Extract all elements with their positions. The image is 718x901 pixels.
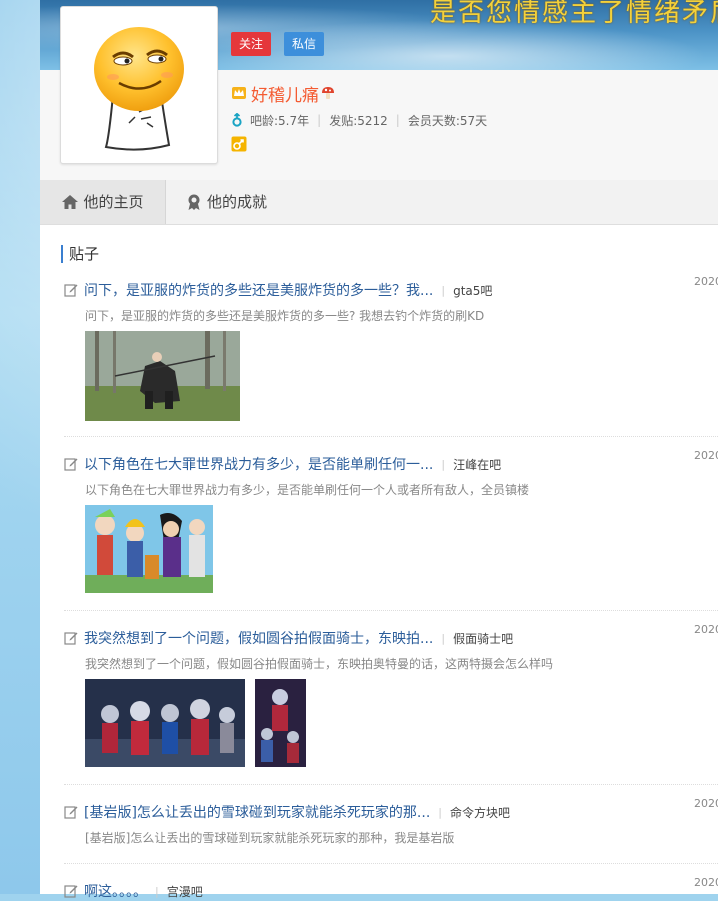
post-divider: | xyxy=(441,283,446,297)
member-days: 会员天数:57天 xyxy=(407,113,488,128)
banner-slogan: 是否您情感主了情绪矛盾 xyxy=(430,0,718,28)
post-thumbnail[interactable] xyxy=(85,505,213,593)
post-title-link[interactable]: 问下，是亚服的炸货的多些还是美服炸货的多一些？我... xyxy=(84,280,433,300)
user-stats: 吧龄:5.7年 | 发贴:5212 | 会员天数:57天 xyxy=(231,112,487,128)
message-button[interactable]: 私信 xyxy=(284,32,325,56)
post-date: 2020 xyxy=(694,797,718,810)
stats-divider: | xyxy=(317,113,322,127)
stats-divider: | xyxy=(395,113,400,127)
post-date: 2020 xyxy=(694,623,718,636)
post-forum-link[interactable]: gta5吧 xyxy=(453,282,492,299)
avatar[interactable] xyxy=(60,6,218,164)
post-item: 问下，是亚服的炸货的多些还是美服炸货的多一些？我... | gta5吧 2020… xyxy=(64,275,718,436)
post-item: 以下角色在七大罪世界战力有多少，是否能单刷任何一... | 汪峰在吧 2020 … xyxy=(64,449,718,610)
member-badge-icon[interactable] xyxy=(231,136,247,152)
post-title-link[interactable]: 我突然想到了一个问题，假如圆谷拍假面骑士，东映拍... xyxy=(84,628,433,648)
post-thumbnail[interactable] xyxy=(85,679,245,767)
tab-home[interactable]: 他的主页 xyxy=(40,180,166,224)
section-title: 贴子 xyxy=(61,245,99,263)
edit-icon xyxy=(64,458,78,471)
post-forum-link[interactable]: 假面骑士吧 xyxy=(453,630,513,647)
avatar-image xyxy=(94,27,184,151)
post-thumbnail[interactable] xyxy=(85,331,240,421)
post-divider: | xyxy=(438,805,442,819)
post-title-row: 以下角色在七大罪世界战力有多少，是否能单刷任何一... | 汪峰在吧 xyxy=(64,455,501,473)
post-summary: 我突然想到了一个问题，假如圆谷拍假面骑士，东映拍奥特曼的话，这两特摄会怎么样吗 xyxy=(85,657,554,671)
post-date: 2020 xyxy=(694,449,718,462)
post-summary: 问下，是亚服的炸货的多些还是美服炸货的多一些? 我想去钓个炸货的刷KD xyxy=(85,309,485,323)
username-row: 好稽儿痛 xyxy=(231,81,335,106)
vip-crown-icon[interactable] xyxy=(231,85,247,101)
edit-icon xyxy=(64,284,78,297)
post-forum-link[interactable]: 命令方块吧 xyxy=(450,804,510,821)
post-thumbnail[interactable] xyxy=(255,679,306,767)
post-divider: | xyxy=(155,884,159,898)
post-summary: 以下角色在七大罪世界战力有多少，是否能单刷任何一个人或者所有敌人，全员镇楼 xyxy=(85,483,530,497)
username[interactable]: 好稽儿痛 xyxy=(251,81,319,106)
post-title-row: 我突然想到了一个问题，假如圆谷拍假面骑士，东映拍... | 假面骑士吧 xyxy=(64,629,513,647)
post-divider: | xyxy=(441,631,446,645)
edit-icon xyxy=(64,806,78,819)
post-divider: | xyxy=(441,457,446,471)
post-date: 2020 xyxy=(694,275,718,288)
home-icon xyxy=(62,195,79,209)
post-date: 2020 xyxy=(694,876,718,889)
bar-age: 吧龄:5.7年 xyxy=(250,113,310,128)
follow-button[interactable]: 关注 xyxy=(231,32,272,56)
post-title-link[interactable]: 以下角色在七大罪世界战力有多少，是否能单刷任何一... xyxy=(84,454,433,474)
mushroom-icon xyxy=(322,87,334,99)
medal-icon xyxy=(188,194,200,210)
profile-tabs: 他的主页 他的成就 xyxy=(40,180,718,225)
post-title-row: 啊这。。。。 | 宫漫吧 xyxy=(64,882,203,900)
edit-icon xyxy=(64,885,78,898)
tab-achievements[interactable]: 他的成就 xyxy=(185,180,285,224)
post-forum-link[interactable]: 宫漫吧 xyxy=(167,883,203,900)
post-title-link[interactable]: [基岩版]怎么让丢出的雪球碰到玩家就能杀死玩家的那... xyxy=(84,802,430,822)
post-summary: [基岩版]怎么让丢出的雪球碰到玩家就能杀死玩家的那种，我是基岩版 xyxy=(85,831,455,845)
post-item: 啊这。。。。 | 宫漫吧 2020 xyxy=(64,876,718,900)
post-forum-link[interactable]: 汪峰在吧 xyxy=(453,456,501,473)
post-title-link[interactable]: 啊这。。。。 xyxy=(84,881,147,901)
post-item: [基岩版]怎么让丢出的雪球碰到玩家就能杀死玩家的那... | 命令方块吧 202… xyxy=(64,797,718,863)
post-count: 发贴:5212 xyxy=(329,113,388,128)
post-title-row: [基岩版]怎么让丢出的雪球碰到玩家就能杀死玩家的那... | 命令方块吧 xyxy=(64,803,510,821)
edit-icon xyxy=(64,632,78,645)
post-title-row: 问下，是亚服的炸货的多些还是美服炸货的多一些？我... | gta5吧 xyxy=(64,281,492,299)
tab-achievements-label: 他的成就 xyxy=(207,193,268,211)
male-gender-icon xyxy=(232,113,242,127)
post-item: 我突然想到了一个问题，假如圆谷拍假面骑士，东映拍... | 假面骑士吧 2020… xyxy=(64,623,718,784)
tab-home-label: 他的主页 xyxy=(83,193,144,211)
